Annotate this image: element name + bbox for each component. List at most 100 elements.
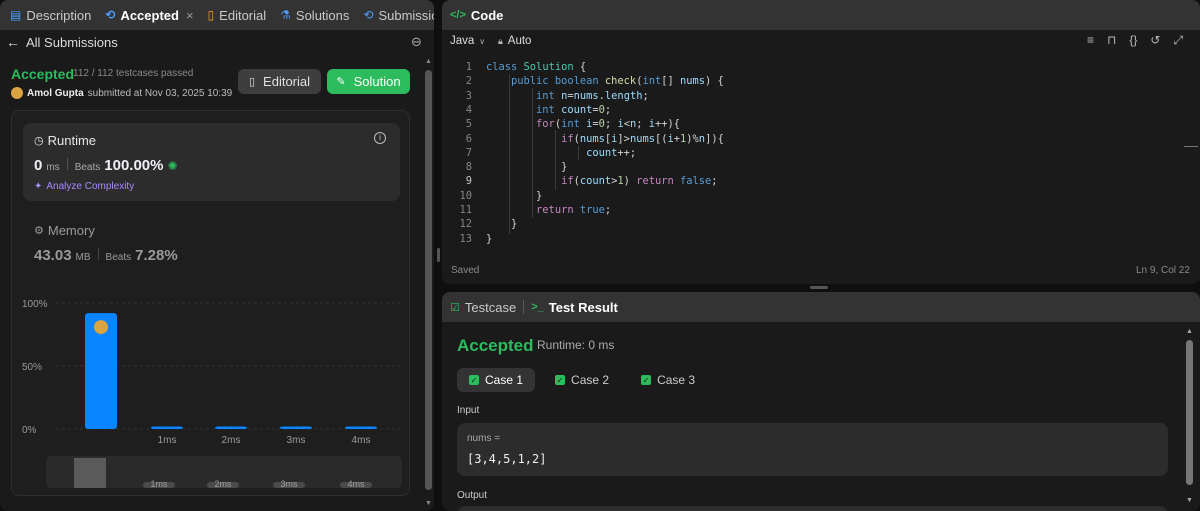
line-number: 11 (459, 204, 472, 216)
x-tick-label: 3ms (287, 435, 306, 446)
code-line: } (486, 161, 568, 174)
line-number: 9 (465, 175, 472, 188)
auto-mode[interactable]: 🔒︎ Auto (498, 35, 531, 47)
code-line: } (486, 189, 543, 202)
line-number: 12 (459, 218, 472, 231)
scroll-down-icon[interactable]: ▼ (1186, 497, 1193, 504)
tab-submissions[interactable]: ⟲ Submissions (356, 0, 434, 30)
left-tab-bar: ▤ Description ⟲ Accepted × ▯ Editorial ⚗… (0, 0, 434, 30)
terminal-icon: >_ (531, 301, 544, 313)
code-line: } (486, 218, 518, 231)
submitted-time: submitted at Nov 03, 2025 10:39 (87, 87, 233, 99)
bookmark-icon[interactable]: ⊓ (1107, 33, 1116, 48)
language-select[interactable]: Java ∨ (450, 35, 485, 47)
bar[interactable] (151, 426, 183, 429)
stats-card: ◷ Runtime i 0 ms Beats 100.00% ✺ ✦ Analy… (11, 110, 410, 496)
expand-icon[interactable]: ⤢ (1173, 33, 1183, 48)
tab-accepted[interactable]: ⟲ Accepted × (98, 0, 200, 30)
bar[interactable] (345, 426, 377, 429)
runtime-value: 0 (34, 157, 43, 174)
memory-label-row: ⚙ Memory (34, 223, 95, 238)
code-line: public boolean check(int[] nums) { (511, 75, 724, 88)
y-tick-label: 0% (22, 425, 37, 436)
tab-description[interactable]: ▤ Description (0, 0, 98, 30)
runtime-distribution-chart: 100% 50% 0% 1ms 2ms 3ms 4ms (22, 299, 402, 446)
info-icon[interactable]: i (374, 132, 386, 144)
check-icon: ✓ (555, 375, 566, 385)
code-panel: </> Code Java ∨ 🔒︎ Auto ≡ ⊓ {} ↺ ⤢ 12345… (442, 0, 1200, 284)
clap-icon: ✺ (167, 159, 178, 173)
chip-icon: ⚙ (34, 225, 44, 237)
code-line: if(nums[i]>nums[(i+1)%n]){ (561, 132, 724, 145)
beats-label: Beats (74, 162, 101, 173)
case-tab[interactable]: ✓ Case 2 (543, 368, 621, 392)
cursor-position: Ln 9, Col 22 (1136, 265, 1190, 276)
edit-icon: ✎ (336, 76, 346, 88)
analyze-complexity-link[interactable]: ✦ Analyze Complexity (34, 181, 134, 192)
code-editor[interactable]: 1 2 3 4 5 6 7 8 9 10 11 12 13 class Solution { publi… (442, 60, 1192, 250)
test-tab-bar: ☑ Testcase >_ Test Result (442, 292, 1200, 322)
left-scrollbar[interactable] (425, 70, 432, 490)
link-icon[interactable]: ⊖ (411, 34, 422, 50)
memory-section[interactable]: ⚙ Memory 43.03 MB Beats 7.28% (34, 221, 394, 271)
tab-code[interactable]: </> Code (442, 0, 510, 30)
chevron-down-icon: ∨ (479, 36, 486, 46)
editor-toolbar: ≡ ⊓ {} ↺ ⤢ (1087, 33, 1183, 48)
line-number: 1 (465, 61, 472, 73)
runtime-value-row: 0 ms Beats 100.00% ✺ (34, 157, 178, 174)
submission-panel: ▤ Description ⟲ Accepted × ▯ Editorial ⚗… (0, 0, 434, 511)
value-divider (66, 158, 68, 170)
editorial-button[interactable]: ▯ Editorial (238, 69, 321, 94)
back-link[interactable]: ← All Submissions (6, 34, 118, 50)
panel-resizer[interactable] (437, 248, 440, 262)
case-tab[interactable]: ✓ Case 3 (629, 368, 707, 392)
check-icon: ✓ (641, 375, 652, 385)
flask-icon: ⚗ (280, 8, 291, 22)
horizontal-resizer[interactable] (810, 286, 828, 289)
range-tick-label: 4ms (347, 479, 365, 488)
checkbox-icon: ☑ (450, 301, 460, 314)
history-icon: ⟲ (363, 8, 374, 22)
tab-testcase[interactable]: ☑ Testcase (442, 292, 523, 322)
beats-label: Beats (105, 252, 132, 263)
x-tick-label: 1ms (158, 435, 177, 446)
line-number: 3 (465, 89, 472, 102)
input-box: nums = [3,4,5,1,2] (457, 423, 1168, 476)
input-var-value: [3,4,5,1,2] (467, 452, 547, 466)
save-status: Saved (451, 265, 480, 276)
lock-icon: 🔒︎ (498, 35, 503, 46)
line-number: 2 (465, 75, 472, 88)
memory-unit: MB (75, 252, 91, 263)
reset-icon[interactable]: ↺ (1150, 33, 1160, 48)
tab-solutions[interactable]: ⚗ Solutions (273, 0, 356, 30)
scroll-up-icon[interactable]: ▲ (1186, 328, 1193, 335)
close-tab-icon[interactable]: × (186, 8, 194, 23)
code-line: for(int i=0; i<n; i++){ (536, 118, 681, 131)
y-tick-label: 50% (22, 362, 42, 373)
bar[interactable] (215, 426, 247, 429)
case-tab[interactable]: ✓ Case 1 (457, 368, 536, 392)
line-number: 7 (465, 146, 472, 159)
line-number: 13 (459, 232, 472, 245)
solution-button[interactable]: ✎ Solution (327, 69, 410, 94)
scroll-up-icon[interactable]: ▲ (425, 58, 432, 65)
bar[interactable] (280, 426, 312, 429)
code-line: return true; (536, 204, 612, 216)
user-name[interactable]: Amol Gupta (27, 88, 84, 99)
code-line: int n=nums.length; (536, 89, 649, 102)
scroll-down-icon[interactable]: ▼ (425, 500, 432, 507)
range-selector-chart[interactable]: 1ms 2ms 3ms 4ms (46, 456, 402, 488)
braces-icon[interactable]: {} (1129, 33, 1137, 48)
avatar[interactable] (11, 87, 23, 99)
tab-editorial[interactable]: ▯ Editorial (201, 0, 274, 30)
output-box (457, 506, 1168, 511)
tab-test-result[interactable]: >_ Test Result (524, 292, 625, 322)
runtime-card[interactable]: ◷ Runtime i 0 ms Beats 100.00% ✺ ✦ Analy… (23, 123, 400, 201)
test-scrollbar[interactable] (1186, 340, 1193, 485)
testcases-passed: 112 / 112 testcases passed (73, 68, 194, 79)
case-tabs: ✓ Case 1 ✓ Case 2 ✓ Case 3 (457, 368, 707, 392)
range-tick-label: 2ms (214, 479, 232, 488)
submission-status: Accepted (11, 66, 75, 82)
format-icon[interactable]: ≡ (1087, 33, 1094, 48)
check-icon: ✓ (469, 375, 479, 385)
